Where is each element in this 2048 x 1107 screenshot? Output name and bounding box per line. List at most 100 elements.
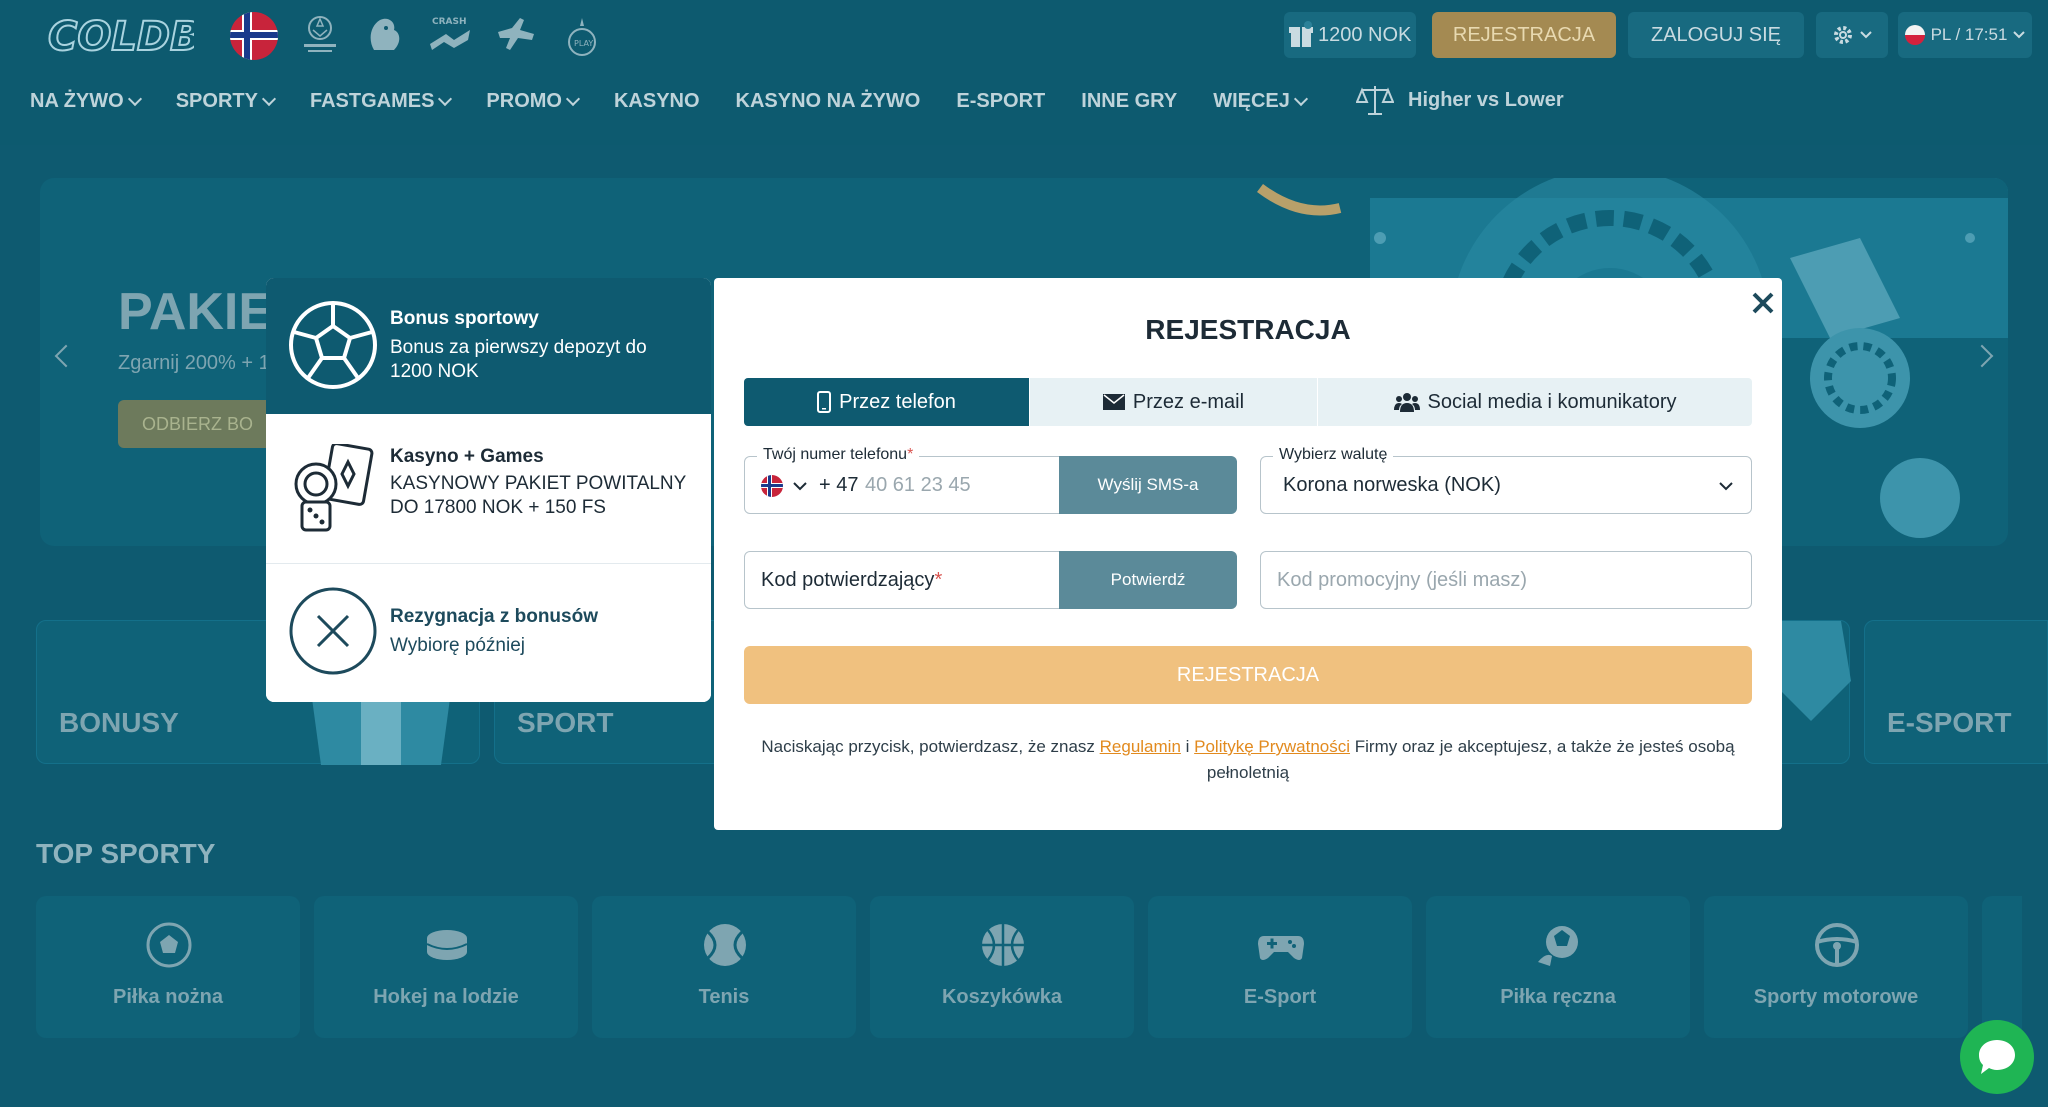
privacy-policy-link[interactable]: Politykę Prywatności <box>1194 737 1350 756</box>
confirmation-code-field[interactable]: Kod potwierdzający* Potwierdź <box>744 551 1237 609</box>
bonus-option-desc: Wybiorę później <box>390 635 526 656</box>
nav-item-fastgames[interactable]: FASTGAMES <box>309 89 453 113</box>
sport-card-tennis[interactable]: Tenis <box>592 896 856 1038</box>
premier-league-icon[interactable] <box>358 10 410 60</box>
promo-code-field[interactable] <box>1260 551 1752 609</box>
tab-social-media[interactable]: Social media i komunikatory <box>1318 378 1752 426</box>
tab-label: Przez telefon <box>839 390 956 413</box>
sport-card-basketball[interactable]: Koszykówka <box>870 896 1134 1038</box>
chat-bubble-icon <box>1979 1040 2015 1074</box>
sport-label: Koszykówka <box>941 986 1063 1008</box>
chevron-down-icon <box>1293 91 1308 106</box>
confirm-code-button[interactable]: Potwierdź <box>1059 551 1237 609</box>
football-icon <box>146 922 192 968</box>
bonus-option-decline[interactable]: Rezygnacja z bonusów Wybiorę później <box>266 564 711 702</box>
close-icon[interactable] <box>1750 290 1776 316</box>
top-sports-list: Piłka nożna Hokej na lodzie Tenis Koszyk… <box>36 896 2022 1038</box>
play-game-icon[interactable]: PLAY <box>556 10 608 60</box>
scales-icon <box>1356 86 1394 115</box>
tab-email[interactable]: Przez e-mail <box>1030 378 1318 426</box>
chat-button[interactable] <box>1960 1020 2034 1094</box>
nav-item-more[interactable]: WIĘCEJ <box>1213 90 1308 113</box>
chevron-down-icon <box>565 91 581 106</box>
gift-icon <box>1289 21 1313 47</box>
currency-value: Korona norweska (NOK) <box>1283 474 1501 496</box>
handball-icon <box>1538 926 1578 966</box>
bonus-option-title: Bonus sportowy <box>390 308 539 329</box>
nav-item-higher-vs-lower[interactable]: Higher vs Lower <box>1356 84 1564 116</box>
currency-select[interactable]: Wybierz walutę Korona norweska (NOK) <box>1260 446 1752 514</box>
nav-item-casino[interactable]: KASYNO <box>614 90 700 113</box>
tab-phone[interactable]: Przez telefon <box>744 378 1030 426</box>
chevron-down-icon <box>438 91 453 106</box>
register-button-top[interactable]: REJESTRACJA <box>1432 12 1616 58</box>
nav-label: KASYNO NA ŻYWO <box>735 89 921 112</box>
sport-card-ice-hockey[interactable]: Hokej na lodzie <box>314 896 578 1038</box>
send-sms-button[interactable]: Wyślij SMS-a <box>1059 456 1237 514</box>
chevron-down-icon <box>127 91 142 106</box>
phone-field: Twój numer telefonu* + 47 Wyślij SMS-a <box>744 446 1237 514</box>
top-bar: COLDBET CRASH PLAY 1200 NOK REJESTRACJA … <box>0 0 2048 145</box>
chevron-down-icon <box>2013 31 2026 39</box>
nav-label: FASTGAMES <box>309 89 435 112</box>
nav-item-other-games[interactable]: INNE GRY <box>1081 90 1177 113</box>
settings-button[interactable] <box>1816 12 1888 58</box>
confirmation-code-placeholder: Kod potwierdzający* <box>761 569 943 591</box>
registration-tabs: Przez telefon Przez e-mail Social media … <box>744 378 1752 426</box>
nav-item-live-casino[interactable]: KASYNO NA ŻYWO <box>736 90 921 113</box>
modal-title: REJESTRACJA <box>1145 314 1351 345</box>
champions-league-icon[interactable] <box>294 10 346 60</box>
svg-text:CRASH: CRASH <box>432 17 467 27</box>
chevron-down-icon <box>1860 31 1872 39</box>
sport-card-football[interactable]: Piłka nożna <box>36 896 300 1038</box>
norway-flag-icon[interactable] <box>761 475 783 497</box>
register-submit-button[interactable]: REJESTRACJA <box>744 646 1752 704</box>
login-button[interactable]: ZALOGUJ SIĘ <box>1628 12 1804 58</box>
sport-card-motorsport[interactable]: Sporty motorowe <box>1704 896 1968 1038</box>
banner-prev-arrow-icon[interactable] <box>54 344 78 368</box>
bonus-option-desc: Bonus za pierwszy depozyt do 1200 NOK <box>390 337 647 382</box>
phone-input[interactable] <box>865 469 1045 501</box>
language-time-selector[interactable]: PL / 17:51 <box>1898 12 2032 58</box>
nav-item-esport[interactable]: E-SPORT <box>956 90 1045 113</box>
svg-text:PLAY: PLAY <box>574 39 593 48</box>
nav-label: INNE GRY <box>1081 89 1178 112</box>
nav-item-sports[interactable]: SPORTY <box>175 89 277 113</box>
sport-card-esport[interactable]: E-Sport <box>1148 896 1412 1038</box>
nav-item-live[interactable]: NA ŻYWO <box>30 90 142 113</box>
norway-flag-icon[interactable] <box>230 12 278 60</box>
bonus-option-casino[interactable]: Kasyno + Games KASYNOWY PAKIET POWITALNY… <box>266 414 711 564</box>
coldbet-logo[interactable]: COLDBET <box>44 2 194 70</box>
category-label: BONUSY <box>59 707 179 738</box>
phone-field-label: Twój numer telefonu* <box>757 446 920 464</box>
nav-label: SPORTY <box>175 89 258 112</box>
crash-game-icon[interactable]: CRASH <box>424 10 476 60</box>
phone-icon <box>817 391 832 413</box>
gift-box-icon <box>311 691 451 765</box>
shield-icon <box>1771 621 1851 721</box>
category-esport[interactable]: E-SPORT <box>1864 620 2048 764</box>
bonus-option-sports[interactable]: Bonus sportowy Bonus za pierwszy depozyt… <box>266 278 711 414</box>
top-sports-title: TOP SPORTY <box>36 838 216 869</box>
category-label: E-SPORT <box>1887 707 2012 738</box>
chevron-down-icon <box>1719 482 1733 491</box>
sport-card-handball[interactable]: Piłka ręczna <box>1426 896 1690 1038</box>
promo-code-input[interactable] <box>1277 564 1737 596</box>
phone-country-code: + 47 <box>819 474 859 496</box>
aviator-plane-icon[interactable] <box>490 10 542 60</box>
banner-subtitle: Zgarnij 200% + 1 <box>118 352 270 374</box>
envelope-icon <box>1102 394 1125 410</box>
hockey-puck-icon <box>426 930 468 960</box>
bonus-balance[interactable]: 1200 NOK <box>1284 12 1416 58</box>
higher-vs-lower-label: Higher vs Lower <box>1408 88 1564 111</box>
tab-label: Przez e-mail <box>1132 390 1245 413</box>
sport-card-partial[interactable] <box>1982 896 2022 1038</box>
bonus-option-desc: KASYNOWY PAKIET POWITALNY DO 17800 NOK +… <box>390 473 686 518</box>
terms-link[interactable]: Regulamin <box>1100 737 1181 756</box>
football-icon <box>289 301 377 389</box>
sport-label: Piłka nożna <box>112 986 224 1008</box>
tab-label: Social media i komunikatory <box>1427 390 1677 413</box>
chevron-down-icon[interactable] <box>793 482 807 491</box>
nav-label: PROMO <box>486 89 562 112</box>
nav-item-promo[interactable]: PROMO <box>486 89 581 113</box>
